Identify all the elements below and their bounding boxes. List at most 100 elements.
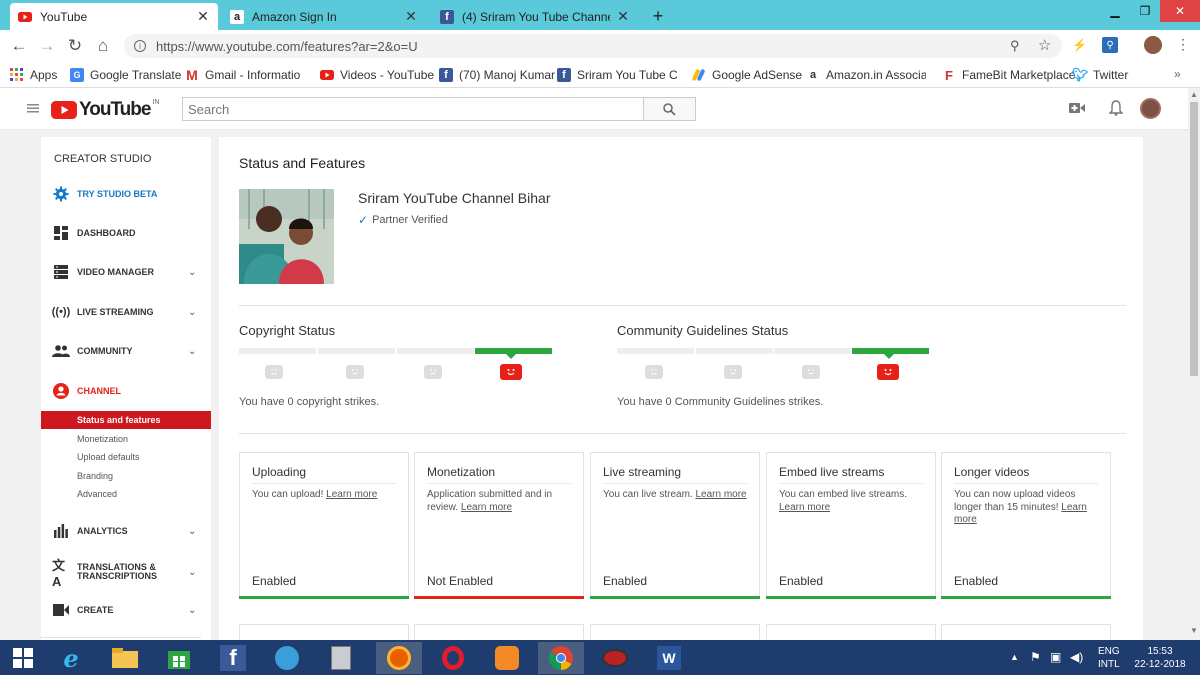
profile-avatar-icon[interactable] (1144, 36, 1162, 54)
bookmark-gmail[interactable]: M Gmail - Information a (185, 66, 301, 84)
tab-youtube[interactable]: YouTube ✕ (10, 3, 218, 30)
sidebar-subitem-status-features[interactable]: Status and features (41, 411, 211, 429)
new-tab-button[interactable]: + (644, 3, 672, 30)
reload-icon[interactable]: ↻ (64, 36, 86, 56)
sidebar-item-create[interactable]: CREATE ⌄ (41, 600, 211, 620)
app-icon[interactable] (592, 642, 638, 674)
extension-icon[interactable]: ⚡ (1072, 38, 1087, 52)
learn-more-link[interactable]: Learn more (779, 502, 830, 513)
scrollbar-thumb[interactable] (1190, 102, 1198, 376)
sidebar-item-try-studio-beta[interactable]: TRY STUDIO BETA (41, 184, 211, 204)
chevron-down-icon[interactable]: ⌄ (188, 346, 196, 357)
bookmark-apps[interactable]: Apps (10, 66, 57, 84)
zoom-icon[interactable]: ⚲ (1010, 38, 1020, 54)
feature-card-monetization: Monetization Application submitted and i… (414, 452, 584, 599)
search-button[interactable] (643, 97, 696, 121)
store-icon[interactable] (156, 642, 202, 674)
feature-card-longer-videos: Longer videos You can now upload videos … (941, 452, 1111, 599)
bookmark-adsense[interactable]: Google AdSense (692, 66, 802, 84)
scroll-down-icon[interactable]: ▼ (1190, 626, 1198, 635)
notifications-bell-icon[interactable] (1108, 100, 1124, 119)
bookmark-google-translate[interactable]: G Google Translate (70, 66, 181, 84)
minimize-icon[interactable]: ▁ (1100, 0, 1130, 22)
volume-icon[interactable]: ◀) (1070, 650, 1083, 664)
close-icon[interactable]: ✕ (616, 8, 630, 25)
upload-video-icon[interactable] (1069, 102, 1085, 117)
strike-segment (617, 348, 694, 354)
tab-label: YouTube (40, 9, 88, 24)
bookmark-amazon-associates[interactable]: a Amazon.in Associate (806, 66, 926, 84)
guide-menu-icon[interactable] (27, 102, 39, 114)
firefox-icon[interactable] (376, 642, 422, 674)
address-bar[interactable]: i https://www.youtube.com/features?ar=2&… (124, 34, 1062, 58)
internet-explorer-icon[interactable]: e (48, 642, 94, 674)
sidebar-subitem-advanced[interactable]: Advanced (41, 485, 211, 503)
chevron-down-icon[interactable]: ⌄ (188, 267, 196, 278)
tab-label: (4) Sriram You Tube Channel Bih (462, 9, 610, 24)
chevron-down-icon[interactable]: ⌄ (188, 307, 196, 318)
sidebar-item-community[interactable]: COMMUNITY ⌄ (41, 341, 211, 361)
chevron-down-icon[interactable]: ⌄ (188, 567, 196, 578)
more-bookmarks-icon[interactable]: » (1174, 67, 1181, 81)
window-close-icon[interactable]: ✕ (1160, 0, 1200, 22)
network-icon[interactable]: ▣ (1050, 650, 1061, 664)
sidebar-item-video-manager[interactable]: VIDEO MANAGER ⌄ (41, 262, 211, 282)
facebook-app-icon[interactable]: f (210, 642, 256, 674)
sidebar-subitem-monetization[interactable]: Monetization (41, 430, 211, 448)
channel-name[interactable]: Sriram YouTube Channel Bihar (358, 190, 551, 206)
maximize-icon[interactable]: ❐ (1130, 0, 1160, 22)
uc-browser-icon[interactable] (484, 642, 530, 674)
home-icon[interactable]: ⌂ (92, 36, 114, 56)
scroll-up-icon[interactable]: ▲ (1190, 90, 1198, 99)
sidebar-subitem-upload-defaults[interactable]: Upload defaults (41, 448, 211, 466)
bookmark-sriram[interactable]: f Sriram You Tube Cha (557, 66, 677, 84)
chrome-icon[interactable] (538, 642, 584, 674)
pointer-arrow (884, 354, 894, 359)
forward-icon[interactable]: → (36, 36, 58, 56)
chevron-down-icon[interactable]: ⌄ (188, 605, 196, 616)
extension-search-icon[interactable]: ⚲ (1102, 37, 1118, 53)
bookmark-manoj-kumar[interactable]: f (70) Manoj Kumar (439, 66, 555, 84)
bookmark-twitter[interactable]: 🐦︎ Twitter (1072, 66, 1129, 84)
feature-card-embed-live-streams: Embed live streams You can embed live st… (766, 452, 936, 599)
bookmark-famebit[interactable]: F FameBit Marketplace (942, 66, 1075, 84)
search-input[interactable] (182, 97, 644, 121)
windows-start-icon[interactable] (0, 642, 46, 674)
learn-more-link[interactable]: Learn more (695, 489, 746, 500)
status-bar (766, 596, 936, 599)
close-icon[interactable]: ✕ (404, 8, 418, 25)
back-icon[interactable]: ← (8, 36, 30, 56)
file-explorer-icon[interactable] (102, 642, 148, 674)
opera-icon[interactable] (430, 642, 476, 674)
info-icon[interactable]: i (134, 40, 146, 52)
sidebar-item-dashboard[interactable]: DASHBOARD (41, 223, 211, 243)
word-icon[interactable]: W (646, 642, 692, 674)
bookmark-youtube[interactable]: Videos - YouTube (320, 66, 434, 84)
calculator-icon[interactable] (318, 642, 364, 674)
sidebar-item-live-streaming[interactable]: ((•)) LIVE STREAMING ⌄ (41, 302, 211, 322)
tab-amazon[interactable]: a Amazon Sign In ✕ (222, 3, 426, 30)
close-icon[interactable]: ✕ (196, 8, 210, 25)
app-icon[interactable] (264, 642, 310, 674)
youtube-logo[interactable]: YouTube IN (51, 99, 159, 121)
sidebar-subitem-branding[interactable]: Branding (41, 467, 211, 485)
flag-icon[interactable]: ⚑ (1030, 650, 1041, 664)
neutral-face-icon (724, 365, 742, 379)
language-indicator[interactable]: ENG INTL (1098, 645, 1120, 671)
feature-title: Embed live streams (779, 465, 885, 479)
menu-icon[interactable]: ⋮ (1176, 36, 1190, 53)
sidebar-item-translations[interactable]: 文A TRANSLATIONS & TRANSCRIPTIONS ⌄ (41, 558, 211, 589)
tab-facebook[interactable]: f (4) Sriram You Tube Channel Bih ✕ (432, 3, 638, 30)
bookmark-star-icon[interactable]: ☆ (1038, 36, 1051, 54)
sidebar-item-analytics[interactable]: ANALYTICS ⌄ (41, 521, 211, 541)
learn-more-link[interactable]: Learn more (326, 489, 377, 500)
sidebar-item-label: CHANNEL (77, 385, 121, 396)
sidebar-item-channel[interactable]: CHANNEL (41, 381, 211, 401)
clock[interactable]: 15:53 22-12-2018 (1130, 645, 1190, 671)
show-hidden-icons[interactable]: ▲ (1010, 652, 1019, 662)
learn-more-link[interactable]: Learn more (461, 502, 512, 513)
sidebar-divider (41, 637, 201, 638)
account-avatar[interactable] (1140, 98, 1161, 119)
chevron-down-icon[interactable]: ⌄ (188, 526, 196, 537)
page-scrollbar[interactable]: ▲ ▼ (1188, 88, 1200, 640)
